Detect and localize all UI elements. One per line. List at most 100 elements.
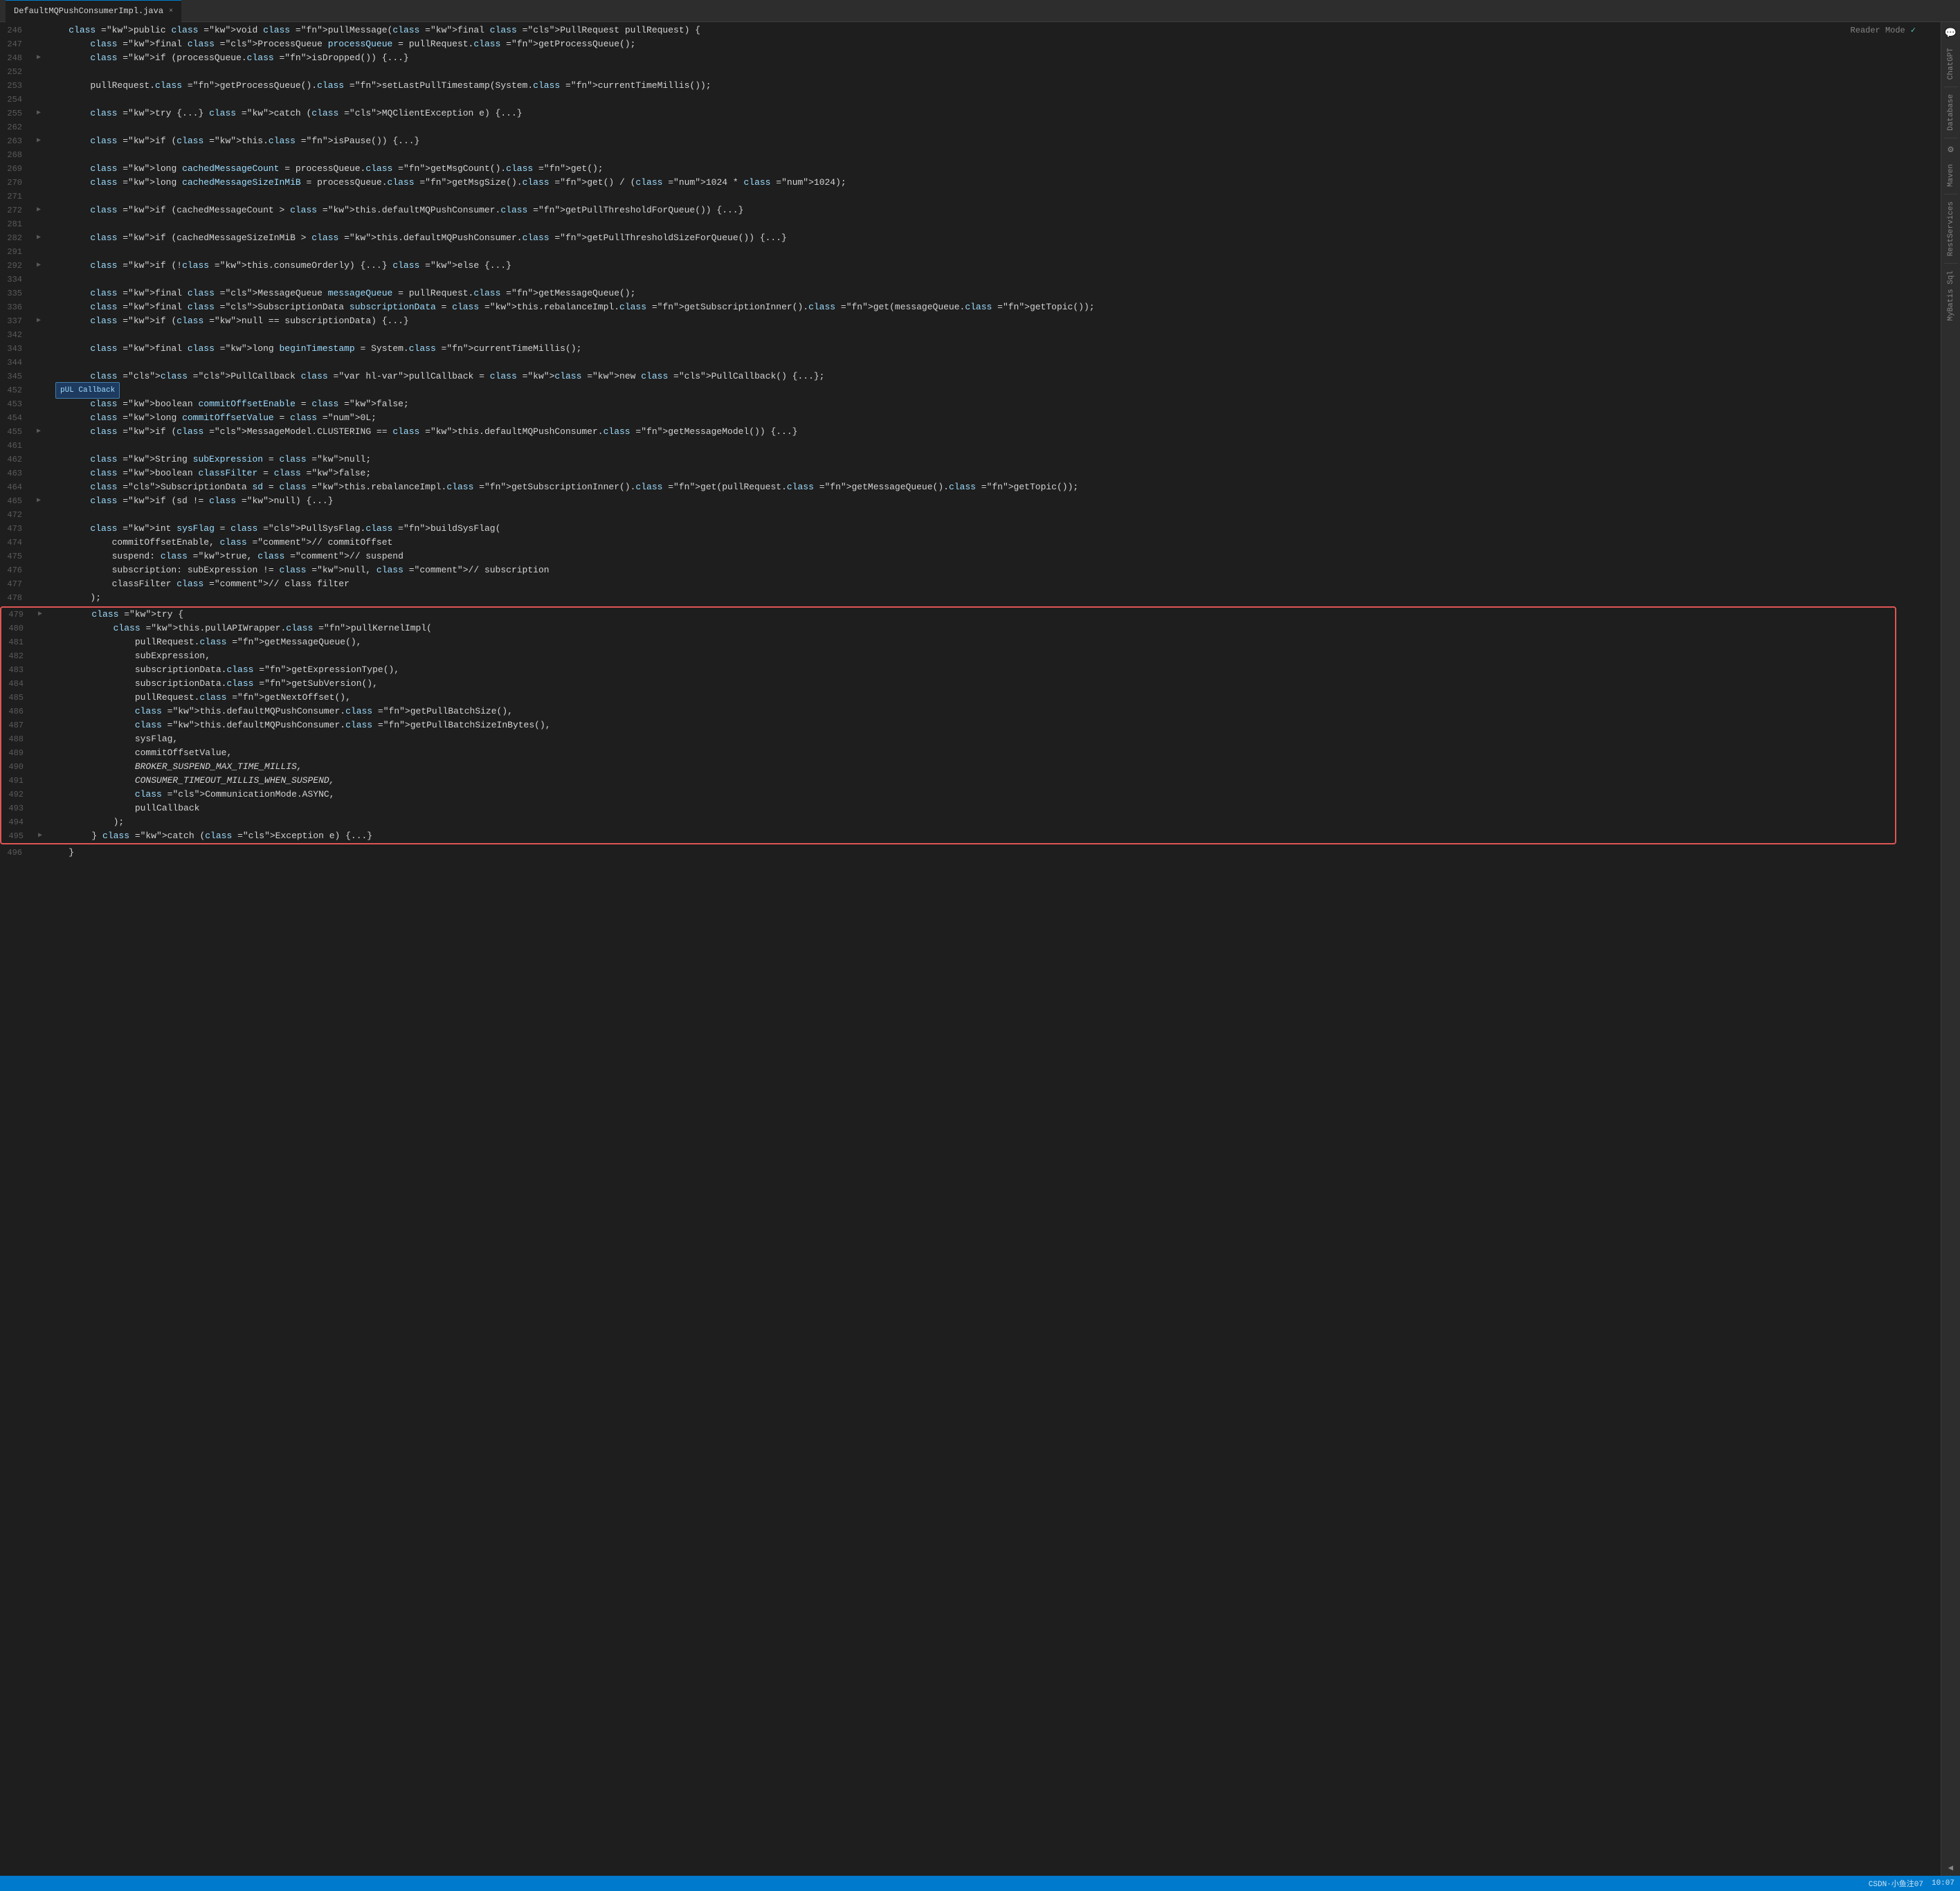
line-number: 292 [0,259,33,273]
code-content: class ="kw">if (processQueue.class ="fn"… [44,51,1941,65]
code-line: 475 suspend: class ="kw">true, class ="c… [0,550,1941,563]
sidebar-maven-icon[interactable]: ⚙ [1945,141,1956,159]
line-number: 255 [0,107,33,120]
code-line: 476 subscription: subExpression != class… [0,563,1941,577]
code-content: subscription: subExpression != class ="k… [44,563,1941,577]
status-time: 10:07 [1932,1879,1954,1888]
code-content: class ="cls">SubscriptionData sd = class… [44,480,1941,494]
line-number: 247 [0,37,33,51]
line-number: 483 [1,663,35,677]
code-line: 254 [0,93,1941,107]
line-number: 254 [0,93,33,107]
code-content: class ="kw">long commitOffsetValue = cla… [44,411,1941,425]
fold-indicator[interactable]: ▶ [33,107,44,120]
line-number: 485 [1,691,35,705]
line-number: 246 [0,24,33,37]
line-number: 336 [0,300,33,314]
code-content: class ="kw">long cachedMessageCount = pr… [44,162,1941,176]
code-line: 479▶ class ="kw">try { [1,608,1895,622]
line-number: 271 [0,190,33,203]
code-line: 269 class ="kw">long cachedMessageCount … [0,162,1941,176]
code-line: 342 [0,328,1941,342]
editor-area[interactable]: Reader Mode ✓ 246 class ="kw">public cla… [0,22,1941,1876]
sidebar-item-chatgpt[interactable]: ChatGPT [1945,44,1957,84]
code-content: class ="kw">this.pullAPIWrapper.class ="… [46,622,1895,635]
code-line: 488 sysFlag, [1,732,1895,746]
fold-indicator[interactable]: ▶ [33,203,44,217]
code-line: 495▶ } class ="kw">catch (class ="cls">E… [1,829,1895,843]
code-content: subscriptionData.class ="fn">getSubVersi… [46,677,1895,691]
code-content: } class ="kw">catch (class ="cls">Except… [46,829,1895,843]
fold-indicator[interactable]: ▶ [33,494,44,508]
line-number: 480 [1,622,35,635]
code-line: 281 [0,217,1941,231]
pullcallback-annotation: pUL Callback [55,382,120,399]
line-number: 344 [0,356,33,370]
line-number: 462 [0,453,33,467]
line-number: 474 [0,536,33,550]
code-content: class ="kw">String subExpression = class… [44,453,1941,467]
code-content: class ="kw">final class ="cls">Subscript… [44,300,1941,314]
sidebar-item-mybatis[interactable]: MyBatis Sql [1945,266,1957,325]
fold-indicator[interactable]: ▶ [35,829,46,843]
code-line: 247 class ="kw">final class ="cls">Proce… [0,37,1941,51]
code-content: sysFlag, [46,732,1895,746]
code-line: 492 class ="cls">CommunicationMode.ASYNC… [1,788,1895,802]
fold-indicator[interactable]: ▶ [33,425,44,439]
code-line: 334 [0,273,1941,287]
sidebar-item-maven[interactable]: Maven [1945,160,1957,191]
sidebar-item-database[interactable]: Database [1945,90,1957,135]
line-number: 262 [0,120,33,134]
code-content: class ="kw">long cachedMessageSizeInMiB … [44,176,1941,190]
line-number: 478 [0,591,33,605]
code-content: CONSUMER_TIMEOUT_MILLIS_WHEN_SUSPEND, [46,774,1895,788]
line-number: 464 [0,480,33,494]
code-line: 271 [0,190,1941,203]
code-content: class ="kw">boolean commitOffsetEnable =… [44,397,1941,411]
code-content: class ="kw">if (class ="kw">this.class =… [44,134,1941,148]
code-line: 496 } [0,846,1941,860]
line-number: 472 [0,508,33,522]
line-number: 490 [1,760,35,774]
sidebar-expand-icon[interactable]: ◀ [1945,1860,1956,1876]
line-number: 495 [1,829,35,843]
code-line: 462 class ="kw">String subExpression = c… [0,453,1941,467]
line-number: 272 [0,203,33,217]
code-content: class ="kw">final class ="cls">ProcessQu… [44,37,1941,51]
line-number: 291 [0,245,33,259]
sidebar-chatgpt-icon[interactable]: 💬 [1942,25,1959,42]
code-content: class ="kw">final class ="cls">MessageQu… [44,287,1941,300]
code-line: 483 subscriptionData.class ="fn">getExpr… [1,663,1895,677]
code-content: commitOffsetValue, [46,746,1895,760]
fold-indicator[interactable]: ▶ [33,314,44,328]
code-line: 461 [0,439,1941,453]
reader-mode-label: Reader Mode [1851,26,1905,35]
file-tab[interactable]: DefaultMQPushConsumerImpl.java × [6,0,181,22]
tab-close-icon[interactable]: × [169,8,173,15]
fold-indicator[interactable]: ▶ [33,259,44,273]
line-number: 334 [0,273,33,287]
main-area: Reader Mode ✓ 246 class ="kw">public cla… [0,22,1960,1876]
highlighted-try-block: 479▶ class ="kw">try {480 class ="kw">th… [0,606,1896,844]
code-line: 493 pullCallback [1,802,1895,815]
code-line: 482 subExpression, [1,649,1895,663]
code-line: 490 BROKER_SUSPEND_MAX_TIME_MILLIS, [1,760,1895,774]
code-line: 494 ); [1,815,1895,829]
code-line: 246 class ="kw">public class ="kw">void … [0,24,1941,37]
line-number: 465 [0,494,33,508]
sidebar-item-restservices[interactable]: RestServices [1945,197,1957,260]
code-line: 477 classFilter class ="comment">// clas… [0,577,1941,591]
code-line: 263▶ class ="kw">if (class ="kw">this.cl… [0,134,1941,148]
fold-indicator[interactable]: ▶ [33,231,44,245]
fold-indicator[interactable]: ▶ [33,134,44,148]
line-number: 489 [1,746,35,760]
code-line: 268 [0,148,1941,162]
code-line: 485 pullRequest.class ="fn">getNextOffse… [1,691,1895,705]
code-line: 489 commitOffsetValue, [1,746,1895,760]
fold-indicator[interactable]: ▶ [35,608,46,622]
code-content: class ="kw">boolean classFilter = class … [44,467,1941,480]
code-content: pullRequest.class ="fn">getNextOffset(), [46,691,1895,705]
fold-indicator[interactable]: ▶ [33,51,44,65]
line-number: 493 [1,802,35,815]
code-line: 481 pullRequest.class ="fn">getMessageQu… [1,635,1895,649]
